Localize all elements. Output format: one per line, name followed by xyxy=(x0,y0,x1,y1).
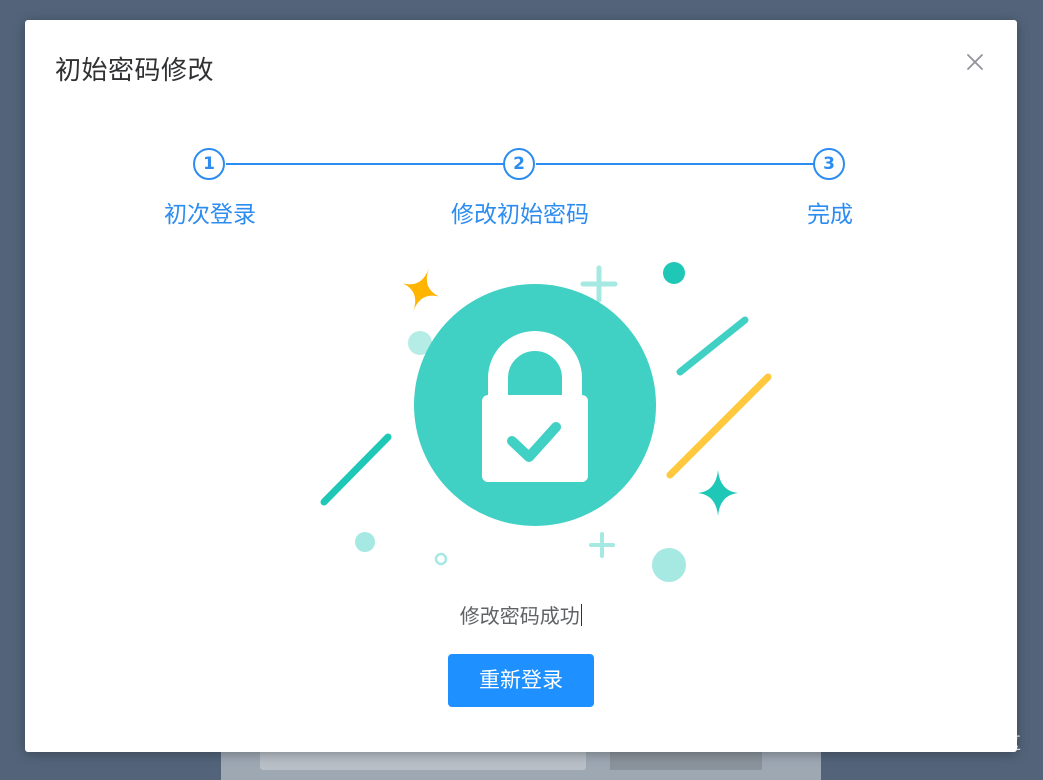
plus-icon xyxy=(580,265,618,303)
dialog-title: 初始密码修改 xyxy=(55,56,215,86)
step-2-label: 修改初始密码 xyxy=(451,202,589,228)
step-connector xyxy=(536,163,826,165)
dot-icon xyxy=(663,262,685,284)
decoration-line xyxy=(676,316,749,376)
step-2-circle: 2 xyxy=(503,148,535,180)
step-3-circle: 3 xyxy=(813,148,845,180)
password-change-dialog: 初始密码修改 1 2 3 初次登录 修改初始密码 完成 修改密码成功 重新登录 xyxy=(25,20,1017,752)
relogin-button[interactable]: 重新登录 xyxy=(448,654,594,707)
step-connector xyxy=(226,163,516,165)
decoration-line xyxy=(666,373,772,479)
dot-icon xyxy=(652,548,686,582)
success-message-text: 修改密码成功 xyxy=(459,604,580,628)
step-3-label: 完成 xyxy=(807,202,853,228)
success-message: 修改密码成功 xyxy=(25,600,1017,629)
close-icon xyxy=(967,54,983,70)
watermark: @稀土掘金技术社区 xyxy=(868,734,1021,754)
decoration-line xyxy=(320,433,392,506)
ring-icon xyxy=(434,552,448,566)
close-button[interactable] xyxy=(963,50,987,74)
success-illustration xyxy=(320,262,772,582)
step-1-circle: 1 xyxy=(193,148,225,180)
teal-star-icon xyxy=(698,470,738,516)
dot-icon xyxy=(355,532,375,552)
step-1-label: 初次登录 xyxy=(164,202,256,228)
text-caret xyxy=(580,604,583,626)
progress-steps: 1 2 3 初次登录 修改初始密码 完成 xyxy=(25,145,1017,245)
plus-icon xyxy=(589,532,615,558)
yellow-star-icon xyxy=(403,268,439,312)
